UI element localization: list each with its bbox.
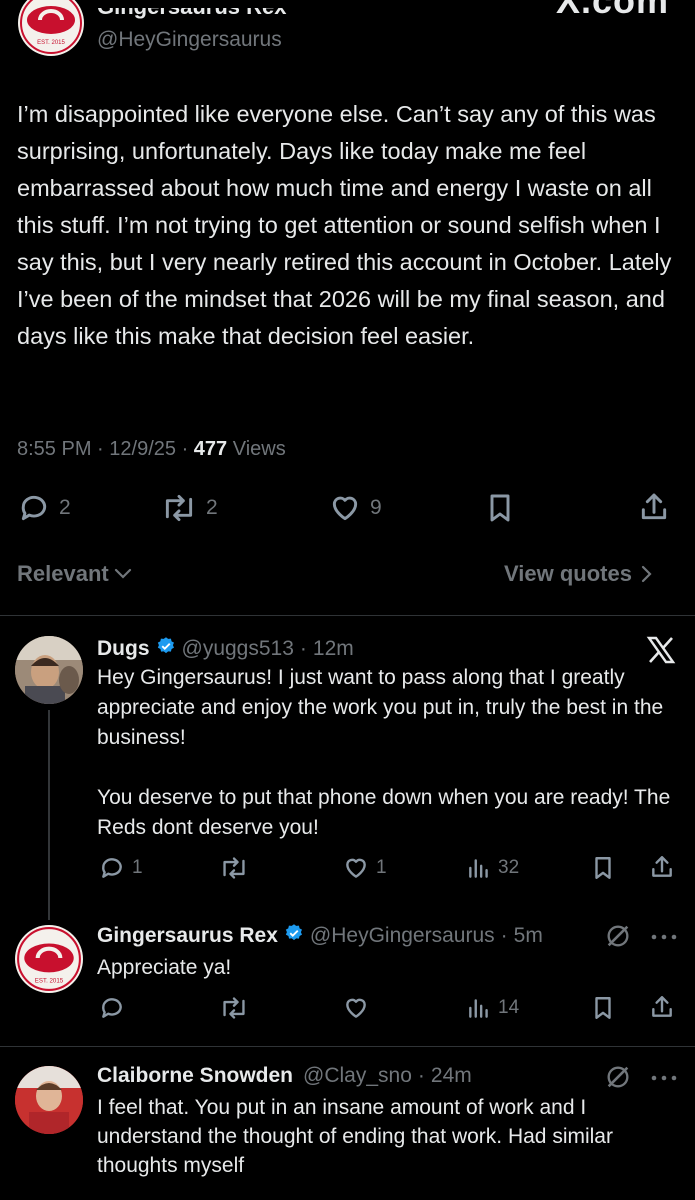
reply-text: Appreciate ya! (97, 956, 232, 979)
reply-text: I feel that. You put in an insane amount… (97, 1096, 619, 1177)
reply-author-name[interactable]: Claiborne Snowden (97, 1064, 293, 1088)
claiborne-avatar-photo (15, 1066, 83, 1134)
reply-reply-button[interactable] (98, 995, 132, 1021)
analytics-icon (466, 995, 492, 1021)
views-count: 477 (193, 438, 228, 460)
reply-views-count: 14 (498, 997, 520, 1018)
more-options-icon[interactable] (650, 932, 678, 942)
reply-repost-button[interactable] (218, 995, 256, 1021)
watermark: X.com (556, 0, 670, 21)
heart-icon (328, 492, 362, 524)
gingersaurus-logo: EST. 2015 (17, 927, 81, 991)
reply-author-name[interactable]: Gingersaurus Rex (97, 924, 278, 948)
chevron-down-icon (113, 567, 133, 581)
repost-icon (218, 855, 250, 881)
repost-button[interactable]: 2 (160, 492, 218, 524)
chevron-right-icon (640, 564, 652, 584)
reply-like-button[interactable] (342, 995, 376, 1021)
view-quotes-link[interactable]: View quotes (504, 561, 652, 587)
author-name[interactable]: Gingersaurus Rex (97, 8, 287, 20)
bookmark-icon[interactable] (591, 995, 615, 1021)
logo-est: EST. 2015 (35, 978, 64, 985)
more-options-icon[interactable] (650, 1073, 678, 1083)
verified-badge-icon (156, 636, 176, 661)
reply-reply-button[interactable]: 1 (98, 855, 143, 881)
reply-icon (98, 995, 126, 1021)
author-handle[interactable]: @HeyGingersaurus (97, 28, 282, 52)
repost-icon (218, 995, 250, 1021)
reply-views-button[interactable]: 14 (466, 995, 519, 1021)
reply-text: Hey Gingersaurus! I just want to pass al… (97, 666, 671, 839)
main-post-text: I’m disappointed like everyone else. Can… (17, 101, 672, 349)
reply-views-count: 32 (498, 857, 520, 878)
divider (0, 615, 695, 616)
reply-time[interactable]: 12m (313, 637, 354, 661)
gingersaurus-logo: EST. 2015 (20, 0, 82, 54)
post-meta: 8:55 PM · 12/9/25 · 477 Views (17, 438, 286, 460)
logo-est: EST. 2015 (37, 40, 65, 46)
bookmark-icon[interactable] (485, 492, 515, 524)
avatar[interactable] (15, 1066, 83, 1134)
reply-author-name[interactable]: Dugs (97, 637, 150, 661)
post-date: 12/9/25 (109, 438, 176, 460)
reply-repost-button[interactable] (218, 855, 256, 881)
x-logo-icon (646, 636, 676, 664)
views-label: Views (232, 438, 286, 460)
view-quotes-label: View quotes (504, 561, 632, 586)
post-time: 8:55 PM (17, 438, 92, 460)
divider (0, 1046, 695, 1047)
avatar[interactable]: EST. 2015 (15, 925, 83, 993)
reply-header: Claiborne Snowden @Clay_sno · 24m (97, 1064, 472, 1088)
share-icon[interactable] (638, 490, 670, 524)
like-count: 9 (370, 496, 382, 519)
thread-line (48, 710, 50, 920)
heart-icon (342, 995, 370, 1021)
dugs-avatar-photo (15, 636, 83, 704)
reply-author-handle[interactable]: @HeyGingersaurus (310, 924, 495, 948)
reply-views-button[interactable]: 32 (466, 855, 519, 881)
verified-badge-icon (284, 923, 304, 948)
sort-relevant-dropdown[interactable]: Relevant (17, 561, 133, 587)
share-icon[interactable] (649, 853, 675, 881)
reply-author-handle[interactable]: @Clay_sno (303, 1064, 412, 1088)
like-button[interactable]: 9 (328, 492, 382, 524)
analytics-icon (466, 855, 492, 881)
reply-reply-count: 1 (132, 857, 143, 878)
relevant-label: Relevant (17, 561, 109, 586)
reply-header: Dugs @yuggs513 · 12m (97, 636, 354, 661)
author-avatar[interactable]: EST. 2015 (18, 0, 84, 56)
reply-time[interactable]: 24m (431, 1064, 472, 1088)
reply-button[interactable]: 2 (17, 492, 71, 524)
reply-time[interactable]: 5m (514, 924, 543, 948)
repost-count: 2 (206, 496, 218, 519)
reply-icon (17, 492, 51, 524)
reply-header: Gingersaurus Rex @HeyGingersaurus · 5m (97, 923, 543, 948)
share-icon[interactable] (649, 993, 675, 1021)
reply-like-button[interactable]: 1 (342, 855, 387, 881)
repost-icon (160, 492, 198, 524)
grok-icon[interactable] (604, 1063, 632, 1091)
reply-icon (98, 855, 126, 881)
bookmark-icon[interactable] (591, 855, 615, 881)
grok-icon[interactable] (604, 922, 632, 950)
reply-count: 2 (59, 496, 71, 519)
reply-author-handle[interactable]: @yuggs513 (182, 637, 294, 661)
avatar[interactable] (15, 636, 83, 704)
reply-like-count: 1 (376, 857, 387, 878)
heart-icon (342, 855, 370, 881)
